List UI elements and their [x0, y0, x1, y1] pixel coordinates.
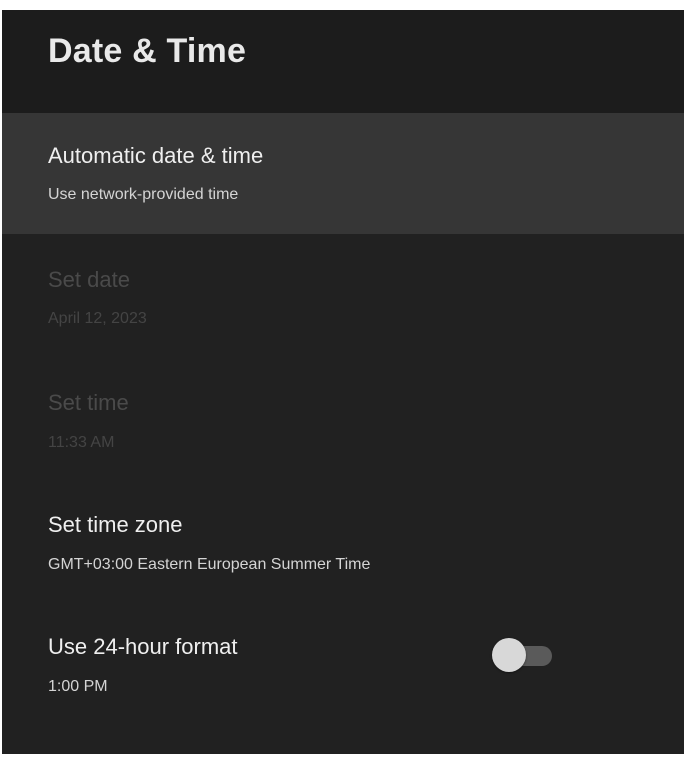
header: Date & Time	[2, 10, 684, 113]
set-date-value: April 12, 2023	[48, 310, 147, 327]
set-time-zone-value: GMT+03:00 Eastern European Summer Time	[48, 556, 371, 573]
use-24-hour-format-example: 1:00 PM	[48, 678, 108, 695]
use-24-hour-format-toggle[interactable]	[490, 636, 556, 676]
use-24-hour-format-title: Use 24-hour format	[48, 634, 238, 659]
toggle-thumb	[492, 638, 526, 672]
set-time-item: Set time 11:33 AM	[2, 357, 684, 480]
settings-screen: Date & Time Automatic date & time Use ne…	[2, 10, 684, 754]
set-date-title: Set date	[48, 267, 130, 292]
settings-list: Automatic date & time Use network-provid…	[2, 113, 684, 724]
automatic-date-time-title: Automatic date & time	[48, 143, 264, 168]
automatic-date-time-subtitle: Use network-provided time	[48, 186, 239, 203]
set-time-title: Set time	[48, 390, 129, 415]
use-24-hour-format-item[interactable]: Use 24-hour format 1:00 PM	[2, 602, 684, 724]
set-time-value: 11:33 AM	[48, 434, 115, 451]
automatic-date-time-item[interactable]: Automatic date & time Use network-provid…	[2, 113, 684, 234]
set-time-zone-title: Set time zone	[48, 512, 183, 537]
set-date-item: Set date April 12, 2023	[2, 234, 684, 357]
page-title: Date & Time	[48, 32, 247, 70]
set-time-zone-item[interactable]: Set time zone GMT+03:00 Eastern European…	[2, 480, 684, 602]
